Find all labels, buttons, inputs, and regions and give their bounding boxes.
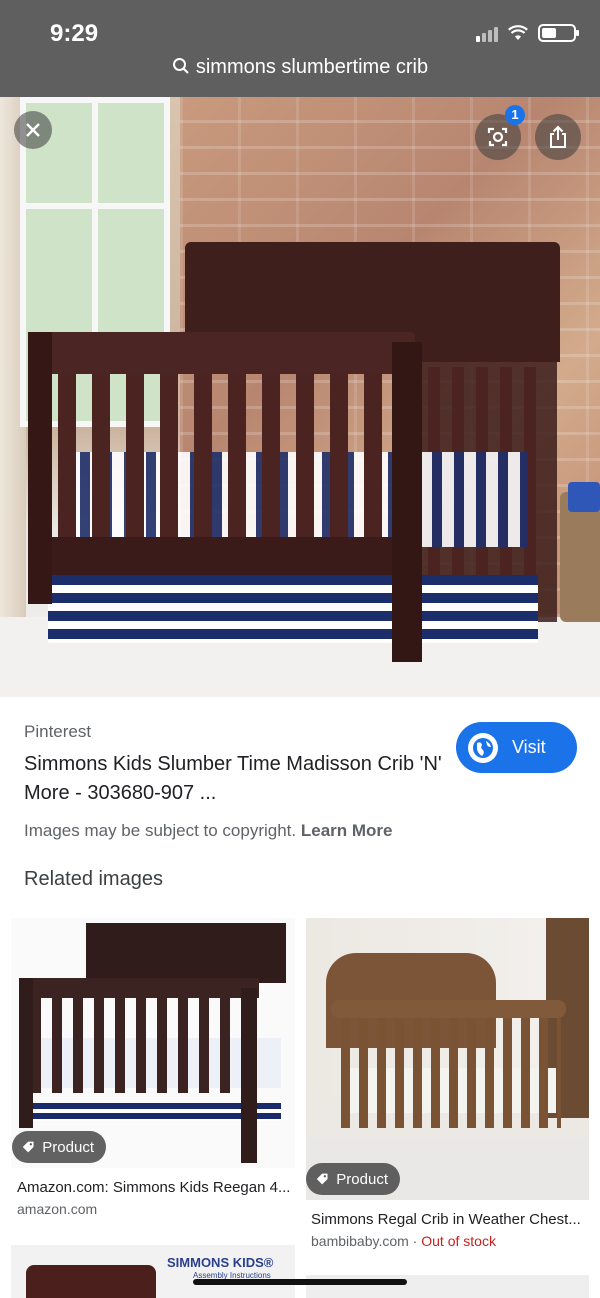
product-badge-label: Product xyxy=(42,1138,94,1156)
tag-icon xyxy=(22,1141,34,1153)
wifi-icon xyxy=(508,25,528,40)
mini-crib-slats xyxy=(31,998,241,1093)
visit-button[interactable]: Visit xyxy=(456,722,577,773)
related-source-2-domain: bambibaby.com xyxy=(311,1233,409,1249)
battery-icon xyxy=(538,24,579,42)
status-icons xyxy=(476,24,579,42)
related-images-heading: Related images xyxy=(24,868,163,890)
google-lens-icon xyxy=(487,127,508,147)
search-query-bar[interactable]: simmons slumbertime crib xyxy=(0,56,600,79)
result-source: Pinterest xyxy=(24,722,92,741)
crib-front-rail xyxy=(35,332,415,374)
crib-left-post xyxy=(28,332,52,604)
crib-skirt xyxy=(48,575,538,643)
mini-crib-post xyxy=(241,988,257,1163)
learn-more-link[interactable]: Learn More xyxy=(301,821,393,840)
related-source-2: bambibaby.com · Out of stock xyxy=(311,1233,496,1249)
signal-icon xyxy=(476,24,498,42)
globe-icon xyxy=(468,732,498,763)
share-button[interactable] xyxy=(535,114,581,160)
mini-crib-headboard xyxy=(86,923,286,983)
close-icon xyxy=(26,123,40,137)
tag-icon xyxy=(316,1173,328,1185)
mini-crib-rail xyxy=(19,978,259,998)
close-button[interactable] xyxy=(14,111,52,149)
stock-status: Out of stock xyxy=(421,1233,496,1249)
main-image[interactable]: 1 xyxy=(0,97,600,697)
mini-crib-rail xyxy=(331,1000,566,1018)
home-indicator[interactable] xyxy=(193,1279,407,1285)
copyright-notice: Images may be subject to copyright. Lear… xyxy=(24,821,393,841)
crib-front-slats xyxy=(58,374,390,539)
crib-right-post xyxy=(392,342,422,662)
result-title[interactable]: Simmons Kids Slumber Time Madisson Crib … xyxy=(24,750,444,808)
mini-crib-slats xyxy=(341,1018,561,1128)
lens-badge: 1 xyxy=(505,105,525,125)
product-badge: Product xyxy=(12,1131,106,1163)
separator: · xyxy=(408,1233,422,1249)
product-badge-label: Product xyxy=(336,1170,388,1188)
related-image-3[interactable]: SIMMONS KIDS® Assembly Instructions xyxy=(11,1245,295,1298)
copyright-text: Images may be subject to copyright. xyxy=(24,821,297,840)
mini-crib-post xyxy=(19,978,33,1128)
crib-bottom-rail xyxy=(40,537,410,575)
top-bar: 9:29 simmons slumbertime crib xyxy=(0,0,600,97)
search-icon xyxy=(172,58,189,74)
related-title-1[interactable]: Amazon.com: Simmons Kids Reegan 4... xyxy=(17,1179,292,1196)
status-time: 9:29 xyxy=(50,20,99,47)
mini-crib xyxy=(26,1265,156,1298)
share-icon xyxy=(550,125,566,148)
basket xyxy=(560,482,600,622)
related-image-2[interactable] xyxy=(306,918,589,1200)
visit-label: Visit xyxy=(512,737,546,757)
simmons-kids-logo: SIMMONS KIDS® xyxy=(167,1255,274,1270)
related-title-2[interactable]: Simmons Regal Crib in Weather Chest... xyxy=(311,1211,581,1228)
product-badge: Product xyxy=(306,1163,400,1195)
related-source-1: amazon.com xyxy=(17,1201,98,1217)
search-query: simmons slumbertime crib xyxy=(195,56,429,78)
